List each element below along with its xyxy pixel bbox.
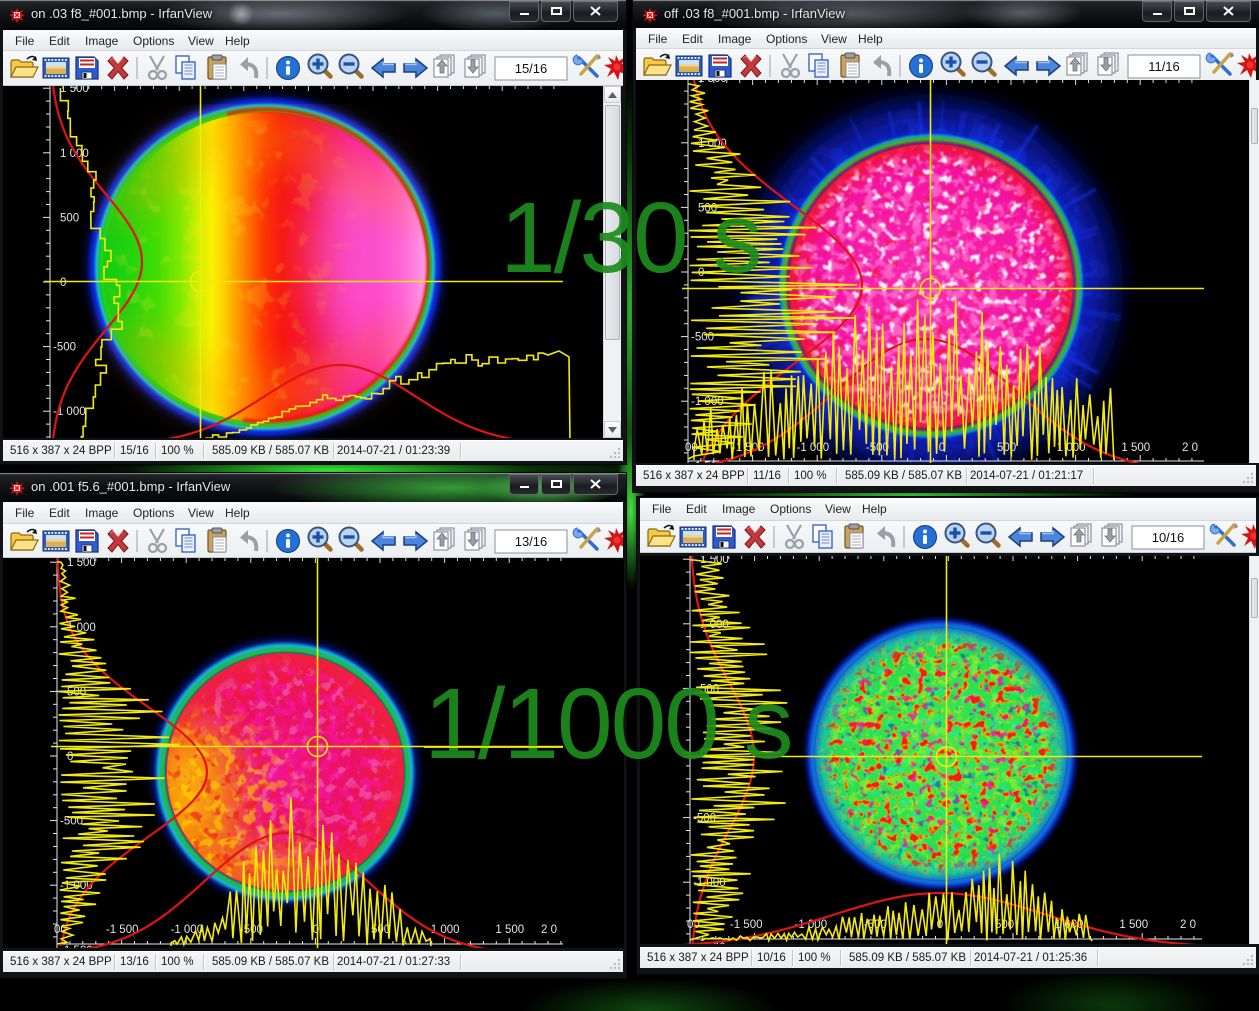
svg-text:13/16: 13/16	[515, 534, 548, 549]
svg-text:-500: -500	[691, 332, 714, 344]
svg-text:1 500: 1 500	[60, 86, 89, 95]
svg-text:-500: -500	[53, 342, 76, 354]
svg-text:-1 000: -1 000	[796, 442, 829, 454]
svg-text:500: 500	[60, 212, 79, 224]
svg-text:-1 500: -1 500	[730, 919, 763, 931]
svg-text:11/16: 11/16	[1148, 59, 1180, 74]
svg-text:-500: -500	[866, 442, 889, 454]
svg-text:15/16: 15/16	[515, 61, 548, 76]
svg-text:1 500: 1 500	[698, 80, 727, 85]
svg-text:1 500: 1 500	[1121, 442, 1150, 454]
svg-text:2 0: 2 0	[1180, 919, 1196, 931]
svg-text:1 500: 1 500	[67, 558, 96, 569]
svg-text:500: 500	[997, 442, 1016, 454]
svg-text:1 500: 1 500	[495, 924, 524, 936]
svg-text:-1 000: -1 000	[170, 924, 203, 936]
svg-text:2 0: 2 0	[541, 924, 557, 936]
svg-text:0: 0	[60, 277, 66, 289]
svg-text:1 000: 1 000	[431, 924, 460, 936]
svg-text:1 500: 1 500	[1119, 919, 1148, 931]
svg-text:2 0: 2 0	[1182, 442, 1198, 454]
svg-text:-1 500: -1 500	[60, 945, 93, 948]
svg-text:10/16: 10/16	[1152, 530, 1185, 545]
